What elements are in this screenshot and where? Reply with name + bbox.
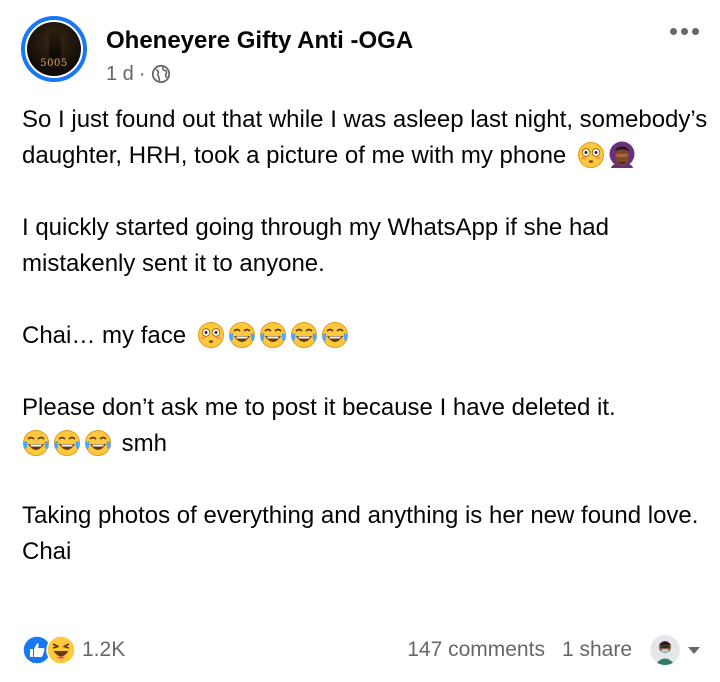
facebook-post: 5005 Oheneyere Gifty Anti -OGA 1 d · So … <box>0 0 720 682</box>
tears-of-joy-emoji <box>54 430 80 456</box>
dot <box>691 27 699 35</box>
paragraph-3: Chai… my face <box>22 318 712 354</box>
paragraph-text: Chai… my face <box>22 322 187 349</box>
tears-of-joy-emoji <box>321 322 348 348</box>
post-text: So I just found out that while I was asl… <box>22 102 712 570</box>
tears-of-joy-emoji <box>85 430 111 456</box>
avatar-badge: 5005 <box>40 58 68 69</box>
more-options-button[interactable] <box>668 24 700 38</box>
post-footer: 1.2K 147 comments 1 share <box>22 632 702 672</box>
tears-of-joy-emoji <box>290 322 317 348</box>
dot <box>669 27 677 35</box>
meta-separator: · <box>138 63 146 85</box>
paragraph-text: Taking photos of everything and anything… <box>22 502 699 565</box>
haha-icon <box>46 635 76 665</box>
reaction-count: 1.2K <box>82 638 126 661</box>
shares-link[interactable]: 1 share <box>562 635 632 665</box>
comments-link[interactable]: 147 comments <box>407 635 545 665</box>
paragraph-text: smh <box>121 430 168 457</box>
tears-of-joy-emoji <box>259 322 286 348</box>
post-meta: 1 d · <box>106 61 171 87</box>
reactions-summary[interactable]: 1.2K <box>22 635 125 665</box>
paragraph-text: I quickly started going through my Whats… <box>22 214 609 277</box>
avatar-image: 5005 <box>27 22 81 76</box>
flushed-face-emoji <box>197 322 224 348</box>
paragraph-5: Taking photos of everything and anything… <box>22 498 712 570</box>
reactor-avatar[interactable] <box>650 635 680 665</box>
author-avatar[interactable]: 5005 <box>21 16 87 82</box>
engagement-stats: 147 comments 1 share <box>407 635 702 665</box>
paragraph-1: So I just found out that while I was asl… <box>22 102 712 174</box>
avatar-figure <box>49 30 61 58</box>
flushed-face-emoji <box>577 142 604 168</box>
caret-down-icon[interactable] <box>686 644 702 656</box>
author-name[interactable]: Oheneyere Gifty Anti -OGA <box>106 26 413 56</box>
tears-of-joy-emoji <box>228 322 255 348</box>
post-time[interactable]: 1 d <box>106 61 134 87</box>
paragraph-text: Please don’t ask me to post it because I… <box>22 394 616 421</box>
facepalm-woman-emoji <box>609 141 635 168</box>
dot <box>680 27 688 35</box>
tears-of-joy-emoji <box>23 430 49 456</box>
paragraph-2: I quickly started going through my Whats… <box>22 210 712 282</box>
paragraph-4: Please don’t ask me to post it because I… <box>22 390 712 462</box>
globe-icon <box>152 64 171 84</box>
